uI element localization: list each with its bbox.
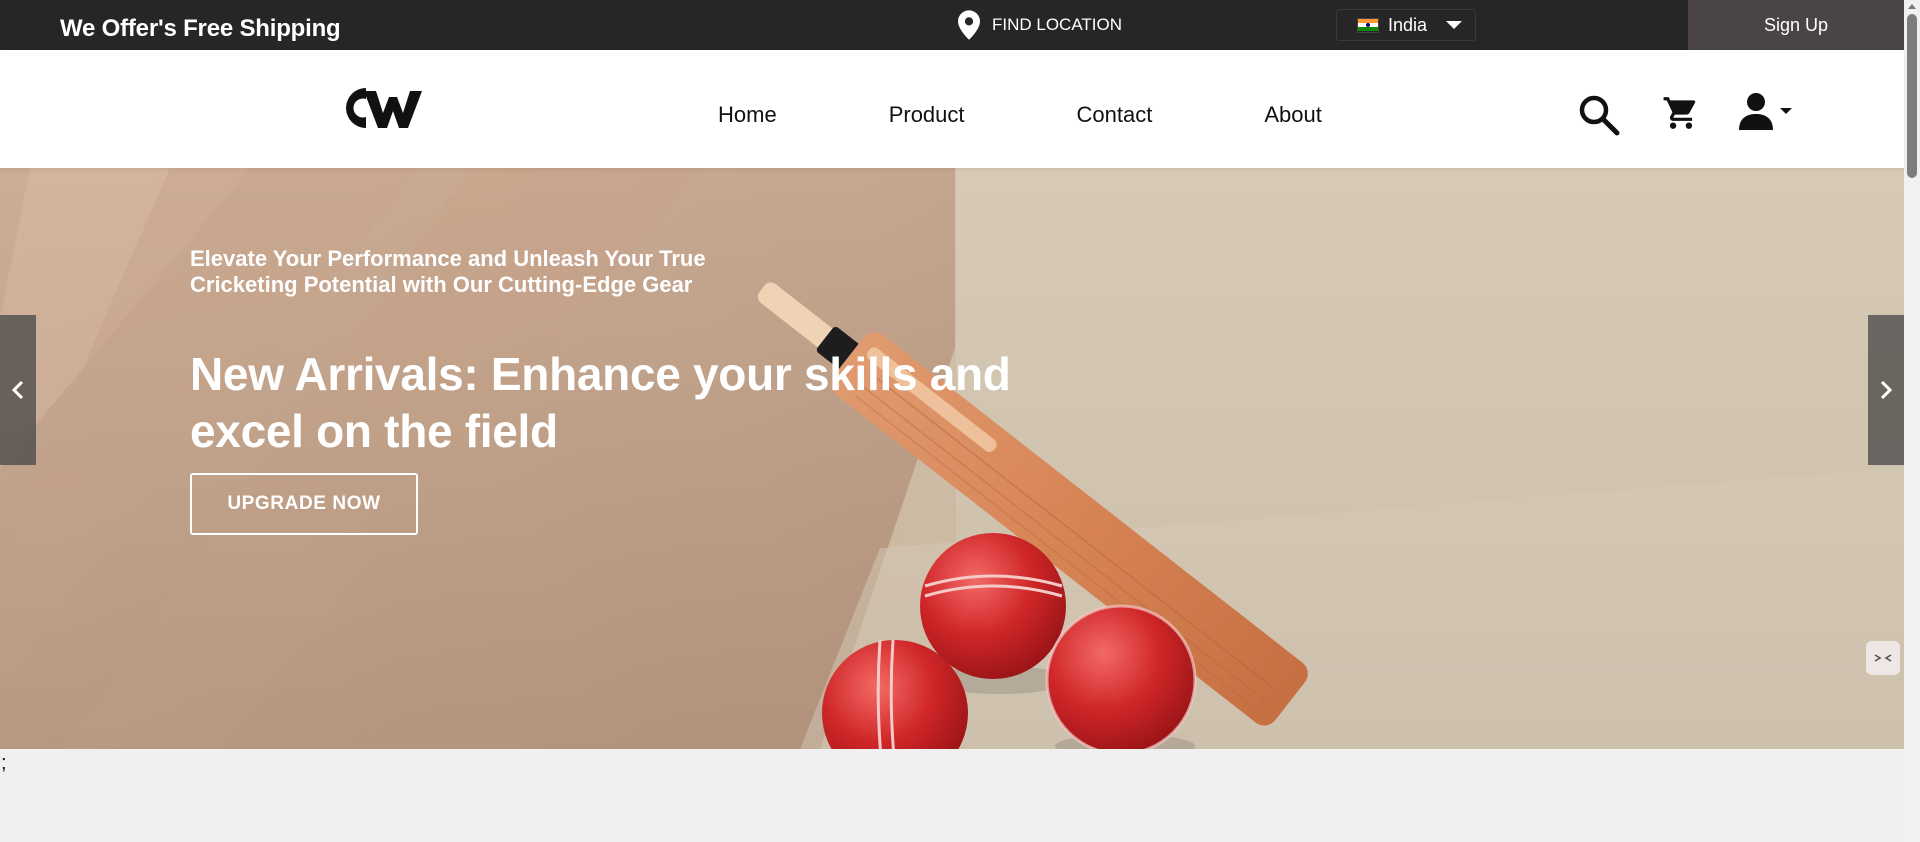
hero-subtitle: Elevate Your Performance and Unleash You…	[190, 246, 706, 297]
map-pin-icon	[958, 10, 980, 40]
upgrade-now-button[interactable]: UPGRADE NOW	[190, 473, 418, 535]
hero-title: New Arrivals: Enhance your skills and ex…	[190, 348, 1011, 457]
nav-contact[interactable]: Contact	[1077, 102, 1153, 128]
nav-about[interactable]: About	[1264, 102, 1322, 128]
caret-down-icon	[1446, 21, 1463, 29]
account-menu[interactable]	[1738, 92, 1792, 130]
top-bar: We Offer's Free Shipping FIND LOCATION I…	[0, 0, 1904, 50]
stray-text: ;	[1, 752, 7, 774]
country-selector[interactable]: India	[1336, 9, 1476, 41]
find-location-link[interactable]: FIND LOCATION	[958, 10, 1122, 40]
nav-links: Home Product Contact About	[718, 102, 1434, 128]
caret-down-icon	[1780, 108, 1792, 114]
carousel-next-button[interactable]	[1868, 315, 1904, 465]
main-navbar: Home Product Contact About	[0, 50, 1904, 168]
free-shipping-banner: We Offer's Free Shipping	[60, 15, 341, 42]
cw-logo[interactable]	[342, 86, 424, 130]
cart-icon[interactable]	[1662, 94, 1700, 132]
chevron-right-icon	[1880, 380, 1893, 400]
chat-widget-button[interactable]	[1866, 641, 1900, 675]
chevron-left-icon	[11, 380, 24, 400]
scrollbar-thumb[interactable]	[1907, 14, 1917, 178]
scroll-up-icon[interactable]	[1908, 4, 1916, 9]
user-icon	[1739, 93, 1773, 130]
nav-product[interactable]: Product	[889, 102, 965, 128]
carousel-prev-button[interactable]	[0, 315, 36, 465]
india-flag-icon	[1357, 17, 1379, 33]
sign-up-button[interactable]: Sign Up	[1688, 0, 1904, 50]
search-icon[interactable]	[1578, 94, 1620, 136]
nav-home[interactable]: Home	[718, 102, 777, 128]
expand-arrows-icon	[1874, 654, 1892, 662]
find-location-label: FIND LOCATION	[992, 15, 1123, 34]
country-label: India	[1388, 14, 1428, 35]
hero-banner: Elevate Your Performance and Unleash You…	[0, 168, 1904, 749]
